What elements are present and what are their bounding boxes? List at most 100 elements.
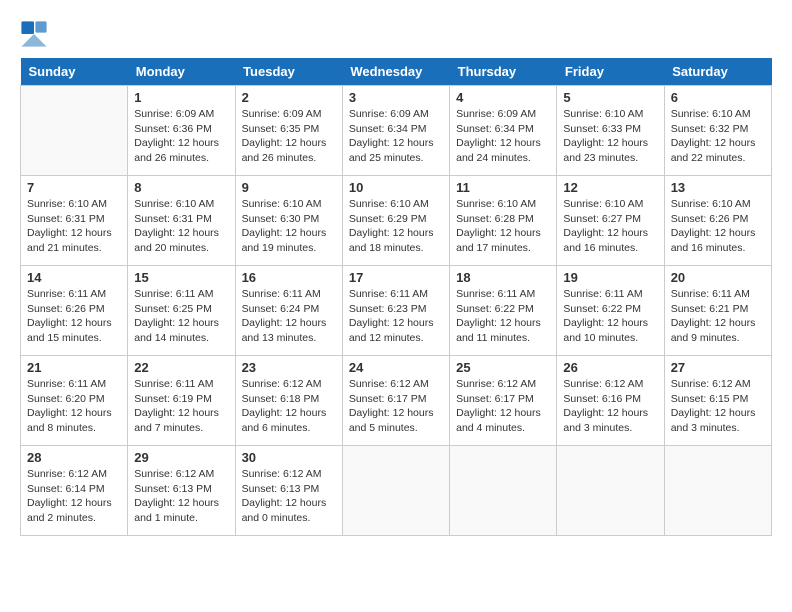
day-info: Sunrise: 6:11 AM Sunset: 6:26 PM Dayligh… <box>27 287 121 346</box>
day-number: 4 <box>456 90 550 105</box>
day-info: Sunrise: 6:11 AM Sunset: 6:23 PM Dayligh… <box>349 287 443 346</box>
day-number: 10 <box>349 180 443 195</box>
day-info: Sunrise: 6:09 AM Sunset: 6:36 PM Dayligh… <box>134 107 228 166</box>
calendar-cell: 29 Sunrise: 6:12 AM Sunset: 6:13 PM Dayli… <box>128 446 235 536</box>
day-info: Sunrise: 6:11 AM Sunset: 6:20 PM Dayligh… <box>27 377 121 436</box>
calendar-cell: 18 Sunrise: 6:11 AM Sunset: 6:22 PM Dayli… <box>450 266 557 356</box>
calendar-cell: 11 Sunrise: 6:10 AM Sunset: 6:28 PM Dayli… <box>450 176 557 266</box>
day-number: 19 <box>563 270 657 285</box>
calendar-cell: 28Sunrise: 6:12 AM Sunset: 6:14 PM Dayli… <box>21 446 128 536</box>
day-info: Sunrise: 6:12 AM Sunset: 6:13 PM Dayligh… <box>134 467 228 526</box>
day-info: Sunrise: 6:11 AM Sunset: 6:22 PM Dayligh… <box>456 287 550 346</box>
day-number: 24 <box>349 360 443 375</box>
calendar-cell <box>21 86 128 176</box>
day-number: 12 <box>563 180 657 195</box>
calendar-cell <box>342 446 449 536</box>
day-info: Sunrise: 6:12 AM Sunset: 6:13 PM Dayligh… <box>242 467 336 526</box>
calendar-cell: 1 Sunrise: 6:09 AM Sunset: 6:36 PM Daylig… <box>128 86 235 176</box>
logo <box>20 20 48 48</box>
calendar-cell: 19 Sunrise: 6:11 AM Sunset: 6:22 PM Dayli… <box>557 266 664 356</box>
day-number: 15 <box>134 270 228 285</box>
day-number: 29 <box>134 450 228 465</box>
calendar-cell: 16 Sunrise: 6:11 AM Sunset: 6:24 PM Dayli… <box>235 266 342 356</box>
calendar-cell: 3 Sunrise: 6:09 AM Sunset: 6:34 PM Daylig… <box>342 86 449 176</box>
day-info: Sunrise: 6:09 AM Sunset: 6:35 PM Dayligh… <box>242 107 336 166</box>
weekday-header-tuesday: Tuesday <box>235 58 342 86</box>
day-info: Sunrise: 6:10 AM Sunset: 6:31 PM Dayligh… <box>134 197 228 256</box>
calendar-cell: 10 Sunrise: 6:10 AM Sunset: 6:29 PM Dayli… <box>342 176 449 266</box>
day-number: 25 <box>456 360 550 375</box>
calendar-cell: 15 Sunrise: 6:11 AM Sunset: 6:25 PM Dayli… <box>128 266 235 356</box>
calendar-cell: 25 Sunrise: 6:12 AM Sunset: 6:17 PM Dayli… <box>450 356 557 446</box>
day-info: Sunrise: 6:12 AM Sunset: 6:17 PM Dayligh… <box>456 377 550 436</box>
weekday-header-monday: Monday <box>128 58 235 86</box>
day-number: 20 <box>671 270 765 285</box>
day-info: Sunrise: 6:10 AM Sunset: 6:33 PM Dayligh… <box>563 107 657 166</box>
day-number: 30 <box>242 450 336 465</box>
day-number: 21 <box>27 360 121 375</box>
day-info: Sunrise: 6:12 AM Sunset: 6:16 PM Dayligh… <box>563 377 657 436</box>
day-info: Sunrise: 6:09 AM Sunset: 6:34 PM Dayligh… <box>456 107 550 166</box>
day-info: Sunrise: 6:10 AM Sunset: 6:27 PM Dayligh… <box>563 197 657 256</box>
calendar-cell <box>664 446 771 536</box>
calendar-cell: 9 Sunrise: 6:10 AM Sunset: 6:30 PM Daylig… <box>235 176 342 266</box>
day-info: Sunrise: 6:10 AM Sunset: 6:30 PM Dayligh… <box>242 197 336 256</box>
calendar-cell: 14 Sunrise: 6:11 AM Sunset: 6:26 PM Dayli… <box>21 266 128 356</box>
day-number: 3 <box>349 90 443 105</box>
weekday-header-thursday: Thursday <box>450 58 557 86</box>
day-number: 26 <box>563 360 657 375</box>
day-number: 9 <box>242 180 336 195</box>
generalblue-logo-icon <box>20 20 48 48</box>
day-number: 16 <box>242 270 336 285</box>
calendar-cell <box>450 446 557 536</box>
day-number: 18 <box>456 270 550 285</box>
day-number: 6 <box>671 90 765 105</box>
day-info: Sunrise: 6:10 AM Sunset: 6:29 PM Dayligh… <box>349 197 443 256</box>
day-info: Sunrise: 6:11 AM Sunset: 6:25 PM Dayligh… <box>134 287 228 346</box>
day-info: Sunrise: 6:12 AM Sunset: 6:18 PM Dayligh… <box>242 377 336 436</box>
calendar-cell: 8 Sunrise: 6:10 AM Sunset: 6:31 PM Daylig… <box>128 176 235 266</box>
weekday-header-saturday: Saturday <box>664 58 771 86</box>
day-info: Sunrise: 6:12 AM Sunset: 6:17 PM Dayligh… <box>349 377 443 436</box>
weekday-header-wednesday: Wednesday <box>342 58 449 86</box>
day-info: Sunrise: 6:09 AM Sunset: 6:34 PM Dayligh… <box>349 107 443 166</box>
day-number: 1 <box>134 90 228 105</box>
day-info: Sunrise: 6:10 AM Sunset: 6:28 PM Dayligh… <box>456 197 550 256</box>
calendar-cell: 6 Sunrise: 6:10 AM Sunset: 6:32 PM Daylig… <box>664 86 771 176</box>
day-info: Sunrise: 6:11 AM Sunset: 6:22 PM Dayligh… <box>563 287 657 346</box>
day-number: 27 <box>671 360 765 375</box>
weekday-header-sunday: Sunday <box>21 58 128 86</box>
calendar-cell: 20Sunrise: 6:11 AM Sunset: 6:21 PM Dayli… <box>664 266 771 356</box>
day-info: Sunrise: 6:10 AM Sunset: 6:32 PM Dayligh… <box>671 107 765 166</box>
calendar-cell: 2 Sunrise: 6:09 AM Sunset: 6:35 PM Daylig… <box>235 86 342 176</box>
weekday-header-friday: Friday <box>557 58 664 86</box>
calendar-table: SundayMondayTuesdayWednesdayThursdayFrid… <box>20 58 772 536</box>
calendar-cell <box>557 446 664 536</box>
calendar-cell: 22Sunrise: 6:11 AM Sunset: 6:19 PM Dayli… <box>128 356 235 446</box>
day-number: 7 <box>27 180 121 195</box>
day-number: 17 <box>349 270 443 285</box>
day-number: 8 <box>134 180 228 195</box>
day-number: 28 <box>27 450 121 465</box>
day-number: 2 <box>242 90 336 105</box>
day-number: 5 <box>563 90 657 105</box>
day-info: Sunrise: 6:11 AM Sunset: 6:24 PM Dayligh… <box>242 287 336 346</box>
day-number: 14 <box>27 270 121 285</box>
calendar-cell: 24 Sunrise: 6:12 AM Sunset: 6:17 PM Dayli… <box>342 356 449 446</box>
calendar-cell: 13Sunrise: 6:10 AM Sunset: 6:26 PM Dayli… <box>664 176 771 266</box>
day-number: 13 <box>671 180 765 195</box>
page-header <box>20 20 772 48</box>
day-number: 22 <box>134 360 228 375</box>
calendar-cell: 21 Sunrise: 6:11 AM Sunset: 6:20 PM Dayli… <box>21 356 128 446</box>
calendar-cell: 4 Sunrise: 6:09 AM Sunset: 6:34 PM Daylig… <box>450 86 557 176</box>
calendar-cell: 12 Sunrise: 6:10 AM Sunset: 6:27 PM Dayli… <box>557 176 664 266</box>
day-number: 11 <box>456 180 550 195</box>
calendar-cell: 7 Sunrise: 6:10 AM Sunset: 6:31 PM Daylig… <box>21 176 128 266</box>
calendar-cell: 26 Sunrise: 6:12 AM Sunset: 6:16 PM Dayli… <box>557 356 664 446</box>
day-number: 23 <box>242 360 336 375</box>
day-info: Sunrise: 6:10 AM Sunset: 6:31 PM Dayligh… <box>27 197 121 256</box>
calendar-cell: 17 Sunrise: 6:11 AM Sunset: 6:23 PM Dayli… <box>342 266 449 356</box>
calendar-cell: 5 Sunrise: 6:10 AM Sunset: 6:33 PM Daylig… <box>557 86 664 176</box>
day-info: Sunrise: 6:12 AM Sunset: 6:15 PM Dayligh… <box>671 377 765 436</box>
calendar-cell: 27 Sunrise: 6:12 AM Sunset: 6:15 PM Dayli… <box>664 356 771 446</box>
